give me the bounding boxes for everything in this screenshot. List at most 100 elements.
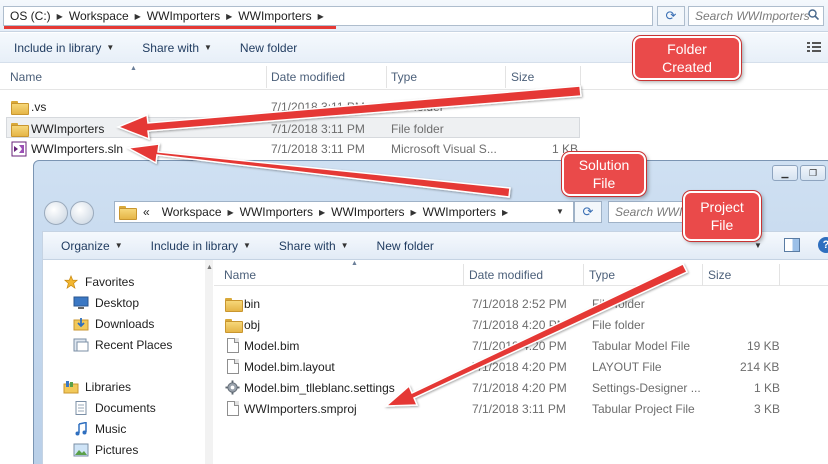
back-breadcrumb[interactable]: OS (C:) ▶ Workspace ▶ WWImporters ▶ WWIm… xyxy=(3,6,653,26)
help-icon[interactable]: ? xyxy=(818,237,828,253)
column-date-modified[interactable]: Date modified xyxy=(469,268,543,282)
breadcrumb-segment[interactable]: WWImporters xyxy=(141,9,226,23)
file-name: bin xyxy=(244,297,261,311)
nav-desktop[interactable]: Desktop xyxy=(73,293,139,313)
column-divider[interactable] xyxy=(505,66,506,88)
breadcrumb-segment[interactable]: WWImporters xyxy=(325,205,410,219)
view-options-caret-icon[interactable]: ▼ xyxy=(754,241,762,250)
file-date: 7/1/2018 4:20 PM xyxy=(472,339,567,353)
front-breadcrumb[interactable]: « Workspace ▶ WWImporters ▶ WWImporters … xyxy=(114,201,574,223)
column-type[interactable]: Type xyxy=(391,70,417,84)
breadcrumb-segment[interactable]: WWImporters xyxy=(234,205,319,219)
maximize-button[interactable]: ❐ xyxy=(800,165,826,181)
caret-down-icon: ▼ xyxy=(243,241,251,250)
front-content: Favorites Desktop Downloads Recent Place… xyxy=(42,259,828,464)
include-in-library-button[interactable]: Include in library ▼ xyxy=(0,41,128,55)
nav-music[interactable]: Music xyxy=(73,419,126,439)
nav-label: Pictures xyxy=(95,443,139,457)
column-name[interactable]: Name xyxy=(224,268,256,282)
chevron-right-icon[interactable]: ▶ xyxy=(318,12,324,21)
file-type: Tabular Project File xyxy=(592,402,695,416)
column-divider[interactable] xyxy=(583,264,584,286)
file-type: File folder xyxy=(391,100,444,114)
share-label: Share with xyxy=(278,238,336,253)
minimize-button[interactable]: ▁ xyxy=(772,165,798,181)
caret-down-icon: ▼ xyxy=(114,241,123,250)
refresh-button[interactable]: ⟳ xyxy=(574,201,602,223)
nav-label: Favorites xyxy=(85,275,135,289)
table-row[interactable]: .vs 7/1/2018 3:11 PM File folder xyxy=(6,96,580,117)
chevron-right-icon[interactable]: ▶ xyxy=(502,208,508,217)
forward-button[interactable] xyxy=(70,201,94,225)
table-row[interactable]: WWImporters.sln 7/1/2018 3:11 PM Microso… xyxy=(6,138,580,159)
highlight-underline xyxy=(4,26,336,29)
callout-solution-file: Solution File xyxy=(562,152,646,196)
column-size[interactable]: Size xyxy=(708,268,731,282)
nav-recent-places[interactable]: Recent Places xyxy=(73,335,172,355)
breadcrumb-segment[interactable]: WWImporters xyxy=(417,205,502,219)
column-divider[interactable] xyxy=(463,264,464,286)
breadcrumb-overflow[interactable]: « xyxy=(137,205,156,219)
preview-pane-icon[interactable] xyxy=(784,238,800,252)
back-button[interactable] xyxy=(44,201,68,225)
new-folder-button[interactable]: New folder xyxy=(363,239,448,253)
view-options-icon[interactable] xyxy=(806,40,822,54)
include-in-library-button[interactable]: Include in library ▼ xyxy=(137,239,265,253)
column-date-modified[interactable]: Date modified xyxy=(271,70,345,84)
nav-documents[interactable]: Documents xyxy=(73,398,156,418)
organize-button[interactable]: Organize ▼ xyxy=(47,239,137,253)
table-row[interactable]: bin 7/1/2018 2:52 PM File folder xyxy=(214,293,828,314)
file-date: 7/1/2018 3:11 PM xyxy=(472,402,566,416)
breadcrumb-segment[interactable]: WWImporters xyxy=(232,9,317,23)
table-row[interactable]: WWImporters.smproj 7/1/2018 3:11 PM Tabu… xyxy=(214,398,828,419)
column-divider[interactable] xyxy=(580,66,581,88)
nav-label: Downloads xyxy=(95,317,155,331)
table-row-selected[interactable]: WWImporters 7/1/2018 3:11 PM File folder xyxy=(6,117,580,138)
chevron-down-icon[interactable]: ▼ xyxy=(556,207,564,216)
file-name: WWImporters xyxy=(31,122,105,136)
documents-icon xyxy=(75,401,87,415)
scroll-up-icon[interactable]: ▲ xyxy=(206,264,213,271)
column-divider[interactable] xyxy=(266,66,267,88)
breadcrumb-segment[interactable]: OS (C:) xyxy=(4,9,57,23)
breadcrumb-segment[interactable]: Workspace xyxy=(63,9,135,23)
file-type: File folder xyxy=(592,297,645,311)
desktop-icon xyxy=(73,296,89,309)
column-type[interactable]: Type xyxy=(589,268,615,282)
table-row[interactable]: obj 7/1/2018 4:20 PM File folder xyxy=(214,314,828,335)
nav-downloads[interactable]: Downloads xyxy=(73,314,154,334)
share-with-button[interactable]: Share with ▼ xyxy=(128,41,226,55)
file-name: WWImporters.sln xyxy=(31,142,124,156)
refresh-button[interactable]: ⟳ xyxy=(657,6,685,26)
navigation-scrollbar[interactable] xyxy=(205,260,213,464)
nav-pictures[interactable]: Pictures xyxy=(73,440,138,460)
table-row[interactable]: Model.bim.layout 7/1/2018 4:20 PM LAYOUT… xyxy=(214,356,828,377)
breadcrumb-segment[interactable]: Workspace xyxy=(156,205,228,219)
nav-libraries[interactable]: Libraries xyxy=(63,377,131,397)
file-name: Model.bim.layout xyxy=(244,360,335,374)
new-folder-button[interactable]: New folder xyxy=(226,41,311,55)
table-row[interactable]: Model.bim 7/1/2018 4:20 PM Tabular Model… xyxy=(214,335,828,356)
column-size[interactable]: Size xyxy=(511,70,534,84)
folder-icon xyxy=(119,206,137,220)
nav-favorites[interactable]: Favorites xyxy=(63,272,134,292)
file-size: 1 KB xyxy=(754,381,781,395)
back-search-input[interactable] xyxy=(688,6,824,26)
column-divider[interactable] xyxy=(702,264,703,286)
front-column-header: ▲ Name Date modified Type Size xyxy=(214,260,828,286)
file-name: Model.bim xyxy=(244,339,300,353)
file-size: 19 KB xyxy=(747,339,780,353)
folder-icon xyxy=(225,319,243,333)
share-with-button[interactable]: Share with ▼ xyxy=(265,239,363,253)
file-date: 7/1/2018 2:52 PM xyxy=(472,297,567,311)
music-icon xyxy=(75,422,87,436)
column-divider[interactable] xyxy=(386,66,387,88)
table-row[interactable]: Model.bim_tlleblanc.settings 7/1/2018 4:… xyxy=(214,377,828,398)
search-icon[interactable] xyxy=(808,9,819,20)
gear-icon xyxy=(225,380,240,395)
callout-project-file: Project File xyxy=(683,191,761,241)
column-name[interactable]: Name xyxy=(10,70,42,84)
column-divider[interactable] xyxy=(779,264,780,286)
callout-line: Folder xyxy=(667,41,707,57)
file-type: File folder xyxy=(592,318,645,332)
